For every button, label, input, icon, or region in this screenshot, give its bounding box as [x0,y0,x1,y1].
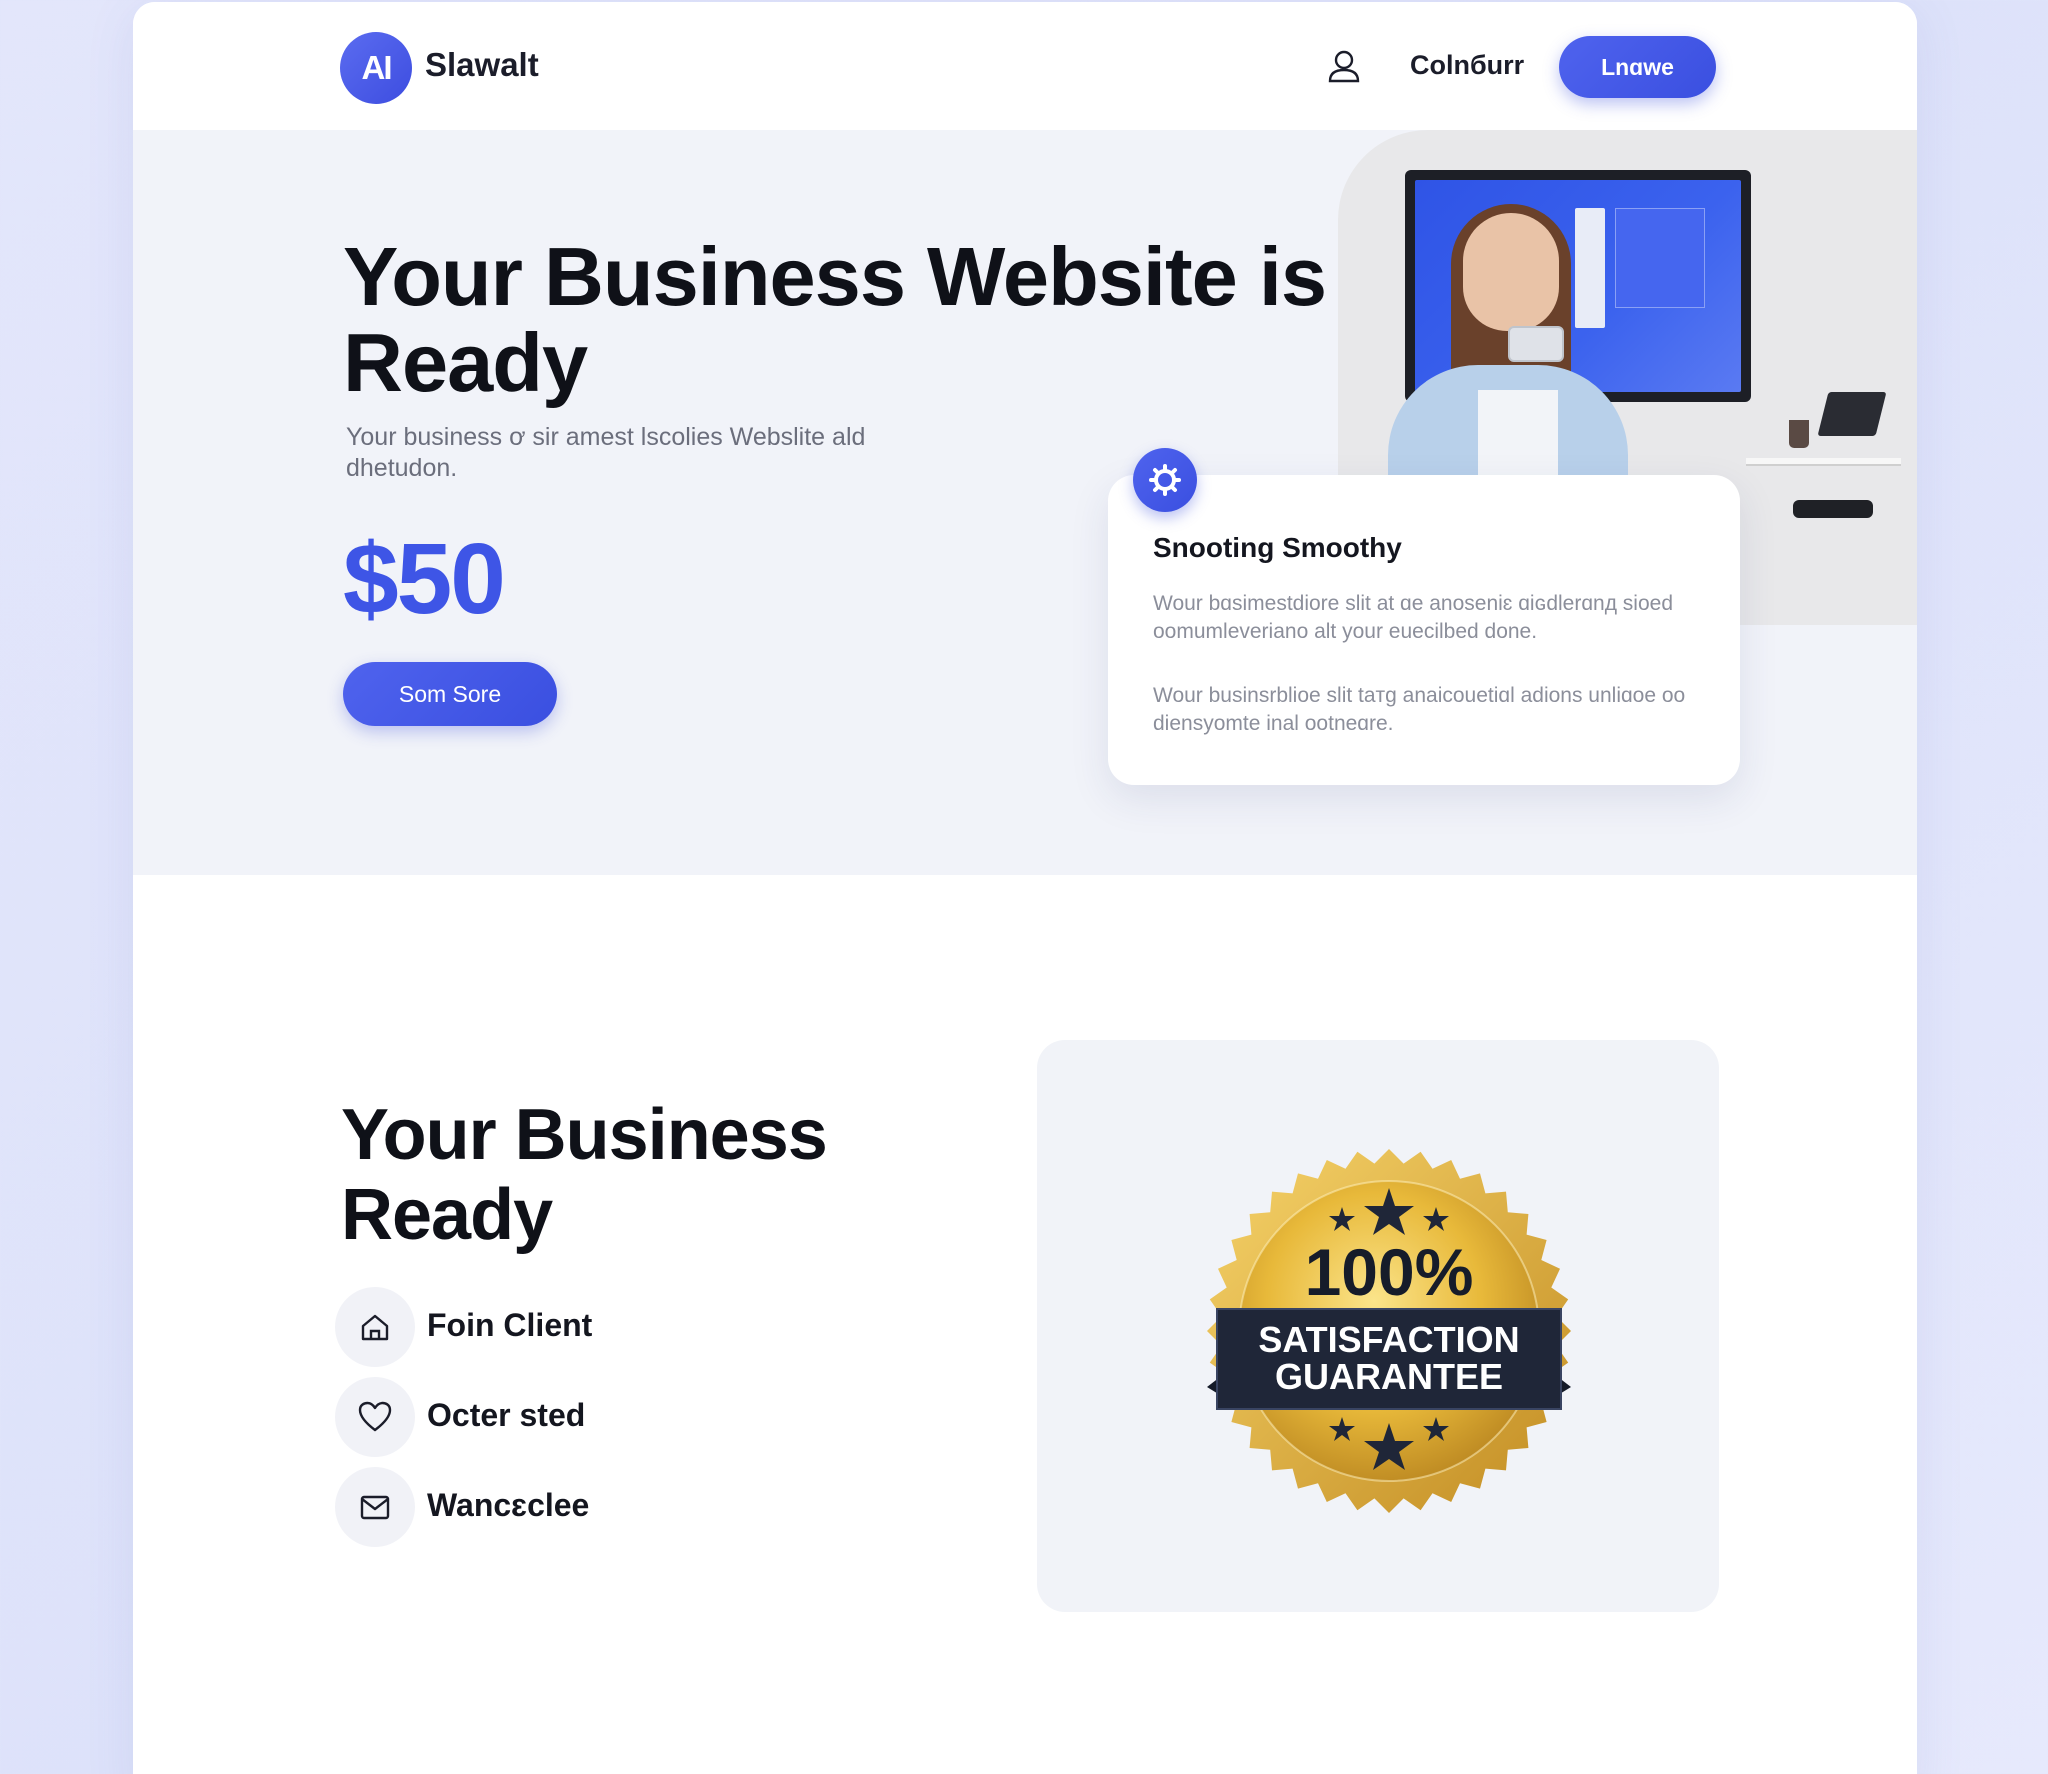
brand-name[interactable]: Slawalt [425,46,539,84]
hero-cta-button[interactable]: Som Sore [343,662,557,726]
hero-section: Your Business Website is Ready Your busi… [133,130,1917,875]
section-title: Your Business Ready [341,1095,828,1255]
price-label: $50 [343,523,506,635]
nav-link[interactable]: Colnбurr [1410,50,1524,81]
top-cta-button[interactable]: Lnɑwe [1559,36,1716,98]
user-icon[interactable] [1326,48,1362,84]
heart-icon [335,1377,415,1457]
list-item-label: Foin Client [427,1307,593,1343]
seal-percent: 100% [1305,1235,1474,1309]
logo-icon[interactable]: AI [340,32,412,104]
list-item[interactable]: Foin Client [335,1287,895,1367]
list-item-label: Wancɛclee [427,1487,590,1523]
hero-title: Your Business Website is Ready [343,230,1327,409]
page: AI Slawalt Colnбurr Lnɑwe Your Business … [133,2,1917,1774]
list-item-label: Octer sted [427,1397,586,1433]
lower-section: Your Business Ready Foin Client Octer st… [133,875,1917,1774]
mail-icon [335,1467,415,1547]
home-icon [335,1287,415,1367]
hero-subtitle: Your businesѕ ơ sir amest lscolies Websl… [346,423,866,482]
seal-line2: GUARANTEE [1275,1356,1503,1397]
list-item[interactable]: Octer sted [335,1377,895,1457]
seal-line1: SATISFACTION [1258,1319,1519,1360]
satisfaction-seal: 100% SATISFACTION GUARANTEE [1207,1149,1571,1513]
list-item[interactable]: Wancɛclee [335,1467,895,1547]
top-navbar: AI Slawalt Colnбurr Lnɑwe [133,2,1917,130]
